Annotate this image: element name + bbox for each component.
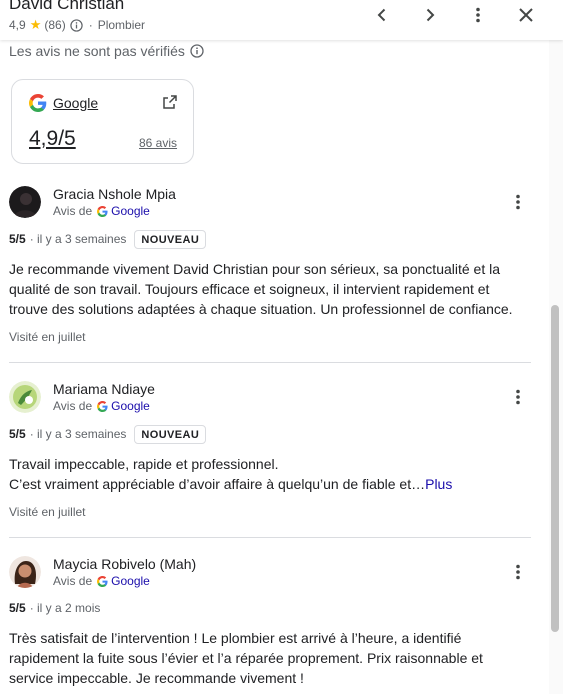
close-icon (519, 8, 533, 22)
more-vert-icon (516, 194, 520, 210)
place-category: Plombier (97, 18, 146, 32)
google-logo-icon (97, 205, 108, 217)
review-more-button[interactable] (506, 385, 530, 409)
place-rating: 4,9 (9, 18, 26, 32)
new-badge: NOUVEAU (134, 229, 207, 249)
review-more-button[interactable] (506, 560, 530, 584)
more-options-button[interactable] (464, 1, 492, 29)
review-source-prefix: Avis de (53, 574, 93, 588)
review-more-button[interactable] (506, 190, 530, 214)
review-text-line: C’est vraiment appréciable d’avoir affai… (9, 474, 529, 494)
review-text-line: trouve des solutions adaptées à chaque s… (9, 301, 513, 317)
avatar[interactable] (9, 381, 41, 413)
disclaimer-text: Les avis ne sont pas vérifiés (9, 43, 185, 59)
review-source-prefix: Avis de (53, 399, 93, 413)
review-source-card[interactable]: Google 4,9/5 86 avis (11, 79, 194, 164)
source-review-count[interactable]: 86 avis (139, 136, 177, 150)
avatar[interactable] (9, 186, 41, 218)
google-logo-icon (97, 400, 108, 412)
info-icon[interactable] (190, 44, 204, 58)
review-meta: 5/5 · il y a 3 semaines NOUVEAU (9, 229, 207, 249)
google-logo-icon (29, 94, 47, 112)
star-icon: ★ (29, 17, 42, 32)
review-date: · il y a 3 semaines (29, 427, 127, 441)
review-score: 5/5 (9, 601, 26, 615)
place-title: David Christian (9, 0, 125, 13)
more-vert-icon (516, 389, 520, 405)
review-meta: 5/5 · il y a 2 mois (9, 599, 100, 617)
review-source-prefix: Avis de (53, 204, 93, 218)
review-source: Avis de Google (53, 399, 150, 413)
review-score: 5/5 (9, 427, 26, 441)
visit-date: Visité en juillet (9, 505, 86, 519)
review-divider (9, 362, 531, 363)
info-icon[interactable] (70, 18, 83, 32)
google-logo-icon (97, 575, 108, 587)
avatar[interactable] (9, 556, 41, 588)
place-summary: 4,9 ★ (86) · Plombier (9, 17, 145, 33)
review-meta: 5/5 · il y a 3 semaines NOUVEAU (9, 424, 207, 444)
source-name-link[interactable]: Google (53, 95, 98, 111)
review-text-line: Je recommande vivement David Christian p… (9, 261, 501, 277)
reviewer-name[interactable]: Gracia Nshole Mpia (53, 186, 176, 202)
unverified-disclaimer: Les avis ne sont pas vérifiés (9, 42, 204, 60)
chevron-left-icon (377, 8, 386, 22)
review-divider (9, 537, 531, 538)
read-more-link[interactable]: Plus (425, 476, 452, 492)
review-text: Travail impeccable, rapide et profession… (9, 454, 529, 494)
review-text-line: service impeccable. Je recommande viveme… (9, 670, 304, 686)
review-score: 5/5 (9, 232, 26, 246)
review-text-line: Très satisfait de l’intervention ! Le pl… (9, 630, 462, 646)
more-vert-icon (516, 564, 520, 580)
reviewer-name[interactable]: Maycia Robivelo (Mah) (53, 556, 196, 572)
chevron-right-icon (426, 8, 435, 22)
review-text-line: rapidement la fuite sous l’évier et l’a … (9, 650, 483, 666)
review-source: Avis de Google (53, 204, 150, 218)
source-rating[interactable]: 4,9/5 (29, 127, 76, 151)
new-badge: NOUVEAU (134, 424, 207, 444)
review-source-name[interactable]: Google (111, 399, 150, 413)
review-source-name[interactable]: Google (111, 204, 150, 218)
review-source-name[interactable]: Google (111, 574, 150, 588)
more-vert-icon (476, 7, 480, 23)
reviewer-name[interactable]: Mariama Ndiaye (53, 381, 155, 397)
place-header: David Christian 4,9 ★ (86) · Plombier (0, 0, 563, 40)
review-text: Très satisfait de l’intervention ! Le pl… (9, 628, 529, 688)
next-button[interactable] (416, 1, 444, 29)
previous-button[interactable] (368, 1, 396, 29)
review-date: · il y a 2 mois (29, 601, 101, 615)
review-source: Avis de Google (53, 574, 150, 588)
visit-date: Visité en juillet (9, 330, 86, 344)
place-review-count: (86) (44, 18, 66, 32)
review-text-line: Travail impeccable, rapide et profession… (9, 456, 279, 472)
review-text-line: qualité de son travail. Toujours efficac… (9, 281, 490, 297)
scrollbar-thumb[interactable] (551, 305, 559, 632)
review-text: Je recommande vivement David Christian p… (9, 259, 529, 319)
open-in-new-icon[interactable] (162, 94, 178, 110)
review-date: · il y a 3 semaines (29, 232, 127, 246)
review-text-fragment: C’est vraiment appréciable d’avoir affai… (9, 476, 426, 492)
separator-dot: · (88, 18, 93, 32)
close-button[interactable] (512, 1, 540, 29)
